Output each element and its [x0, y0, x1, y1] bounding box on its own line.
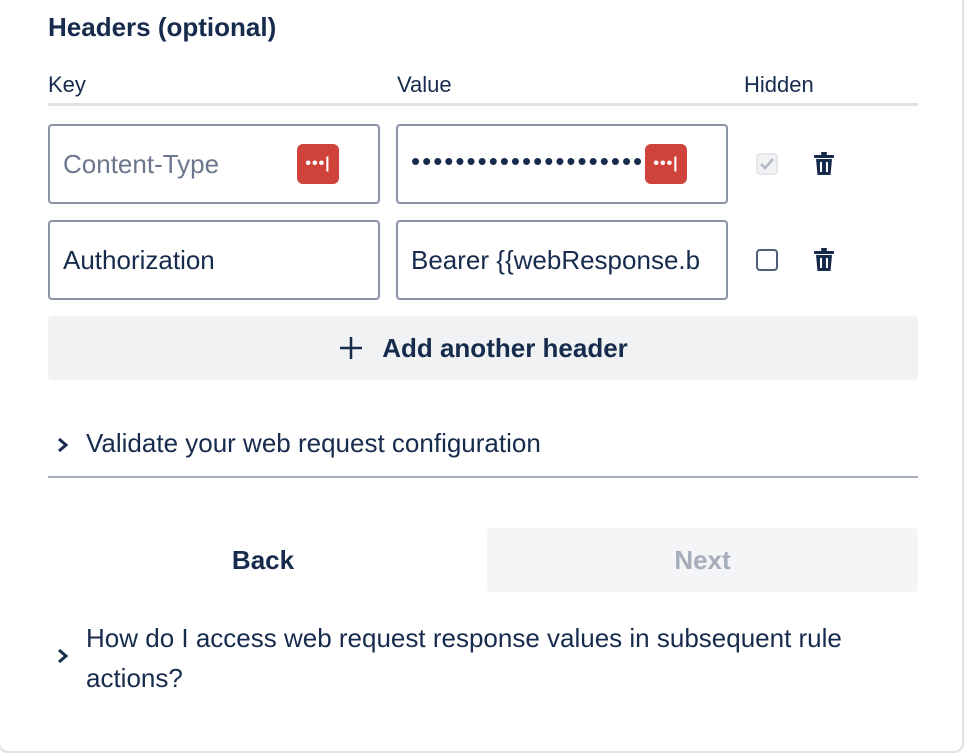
chevron-right-icon[interactable] — [57, 648, 69, 664]
column-label-value: Value — [397, 72, 452, 97]
column-label-hidden: Hidden — [744, 72, 814, 97]
validate-label: Validate your web request configuration — [86, 428, 541, 458]
header-divider — [48, 103, 918, 106]
checkmark-icon — [760, 158, 774, 170]
password-badge-glyph: •••| — [305, 155, 331, 172]
header-value-masked: •••••••••••••••••••••• — [411, 145, 656, 176]
header-value-input[interactable]: Bearer {{webResponse.b — [396, 220, 728, 300]
hidden-checkbox[interactable] — [756, 153, 778, 175]
faq-expander[interactable]: How do I access web request response val… — [86, 618, 906, 698]
trash-icon[interactable] — [813, 248, 835, 272]
header-value-input[interactable]: •••••••••••••••••••••• •••| — [396, 124, 728, 204]
back-button[interactable]: Back — [48, 528, 478, 592]
trash-icon[interactable] — [813, 152, 835, 176]
chevron-right-icon — [58, 437, 69, 453]
validate-expander[interactable]: Validate your web request configuration — [48, 428, 918, 462]
column-label-key: Key — [48, 72, 86, 97]
password-badge-glyph: •••| — [653, 155, 679, 172]
hidden-checkbox[interactable] — [756, 249, 778, 271]
add-header-button[interactable]: Add another header — [48, 316, 918, 380]
password-manager-icon[interactable]: •••| — [297, 144, 339, 184]
header-key-input[interactable]: Content-Type •••| — [48, 124, 380, 204]
add-header-label: Add another header — [382, 332, 628, 363]
expander-divider — [48, 476, 918, 478]
header-value-text: Bearer {{webResponse.b — [411, 244, 701, 275]
password-manager-icon[interactable]: •••| — [645, 144, 687, 184]
plus-icon — [340, 337, 363, 359]
header-key-placeholder: Content-Type — [63, 148, 220, 179]
next-button[interactable]: Next — [487, 528, 918, 592]
header-key-value: Authorization — [63, 244, 215, 275]
header-key-input[interactable]: Authorization — [48, 220, 380, 300]
section-title: Headers (optional) — [48, 12, 277, 42]
